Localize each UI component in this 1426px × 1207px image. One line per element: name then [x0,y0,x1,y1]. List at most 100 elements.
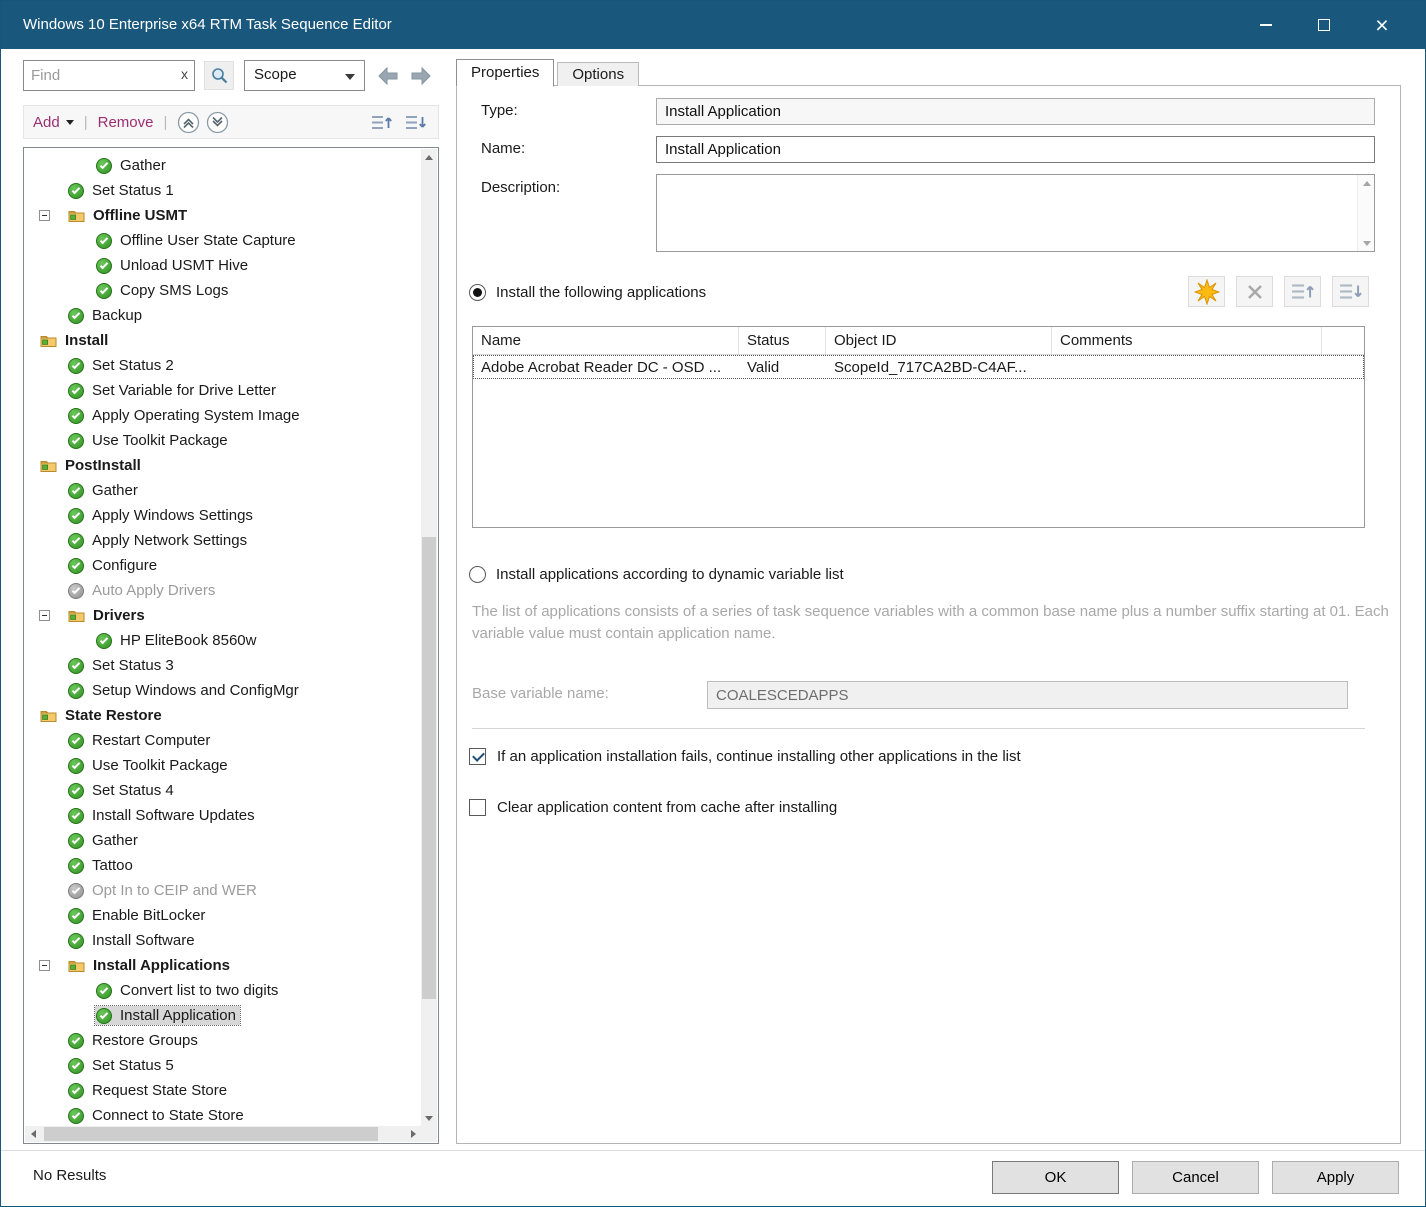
tree-item[interactable]: Restart Computer [25,728,421,753]
tree-item[interactable]: Set Status 3 [25,653,421,678]
cancel-button[interactable]: Cancel [1132,1161,1259,1194]
collapse-all-button[interactable] [177,111,200,134]
tree-item[interactable]: Offline USMT [25,203,421,228]
new-application-button[interactable] [1188,276,1225,307]
tree-item[interactable]: Connect to State Store [25,1103,421,1126]
tree-item-label: Offline User State Capture [120,232,296,249]
scroll-up-button[interactable] [421,149,437,165]
add-button[interactable]: Add [33,114,74,131]
tree-item[interactable]: Enable BitLocker [25,903,421,928]
tree-item-label: Gather [92,482,138,499]
tree-vertical-scrollbar[interactable] [421,149,437,1126]
remove-button[interactable]: Remove [98,114,154,131]
type-field[interactable] [656,98,1375,125]
tree-item[interactable]: Use Toolkit Package [25,753,421,778]
tree-item[interactable]: Tattoo [25,853,421,878]
tree-item[interactable]: Gather [25,153,421,178]
tree-item[interactable]: Offline User State Capture [25,228,421,253]
move-up-icon [1291,282,1315,301]
horizontal-scroll-thumb[interactable] [44,1127,378,1141]
tree-item[interactable]: Backup [25,303,421,328]
scroll-down-button[interactable] [1358,235,1375,251]
tree-item[interactable]: Gather [25,828,421,853]
scroll-left-button[interactable] [25,1126,41,1142]
move-up-button[interactable] [369,111,395,133]
tree-item[interactable]: Install Software [25,928,421,953]
column-header-object-id[interactable]: Object ID [826,327,1052,354]
tree-item[interactable]: Opt In to CEIP and WER [25,878,421,903]
delete-application-button[interactable] [1236,276,1273,307]
continue-on-fail-checkbox[interactable]: If an application installation fails, co… [469,748,1021,765]
move-item-up-button[interactable] [1284,276,1321,307]
find-clear-icon[interactable]: x [181,66,188,82]
scroll-up-button[interactable] [1358,175,1375,191]
column-header-status[interactable]: Status [739,327,826,354]
tree-item[interactable]: Configure [25,553,421,578]
collapse-expander-icon[interactable] [39,960,67,971]
tree-item[interactable]: Set Status 2 [25,353,421,378]
find-previous-button[interactable] [374,62,402,89]
tree-item[interactable]: Install Applications [25,953,421,978]
application-row[interactable]: Adobe Acrobat Reader DC - OSD ...ValidSc… [473,355,1364,379]
tree-item-label: Unload USMT Hive [120,257,248,274]
tree-item[interactable]: Unload USMT Hive [25,253,421,278]
find-input[interactable] [31,62,169,89]
tree-item[interactable]: Install Software Updates [25,803,421,828]
column-header-name[interactable]: Name [473,327,739,354]
tree-item[interactable]: Apply Operating System Image [25,403,421,428]
collapse-expander-icon[interactable] [39,210,67,221]
dynamic-variable-radio[interactable]: Install applications according to dynami… [469,566,844,583]
tree-item[interactable]: Apply Network Settings [25,528,421,553]
install-following-radio[interactable]: Install the following applications [469,284,706,301]
tree-item[interactable]: Apply Windows Settings [25,503,421,528]
tree-item[interactable]: Copy SMS Logs [25,278,421,303]
find-next-button[interactable] [407,62,435,89]
tab-options[interactable]: Options [557,62,639,86]
name-field[interactable] [656,136,1375,163]
step-success-icon [96,258,112,274]
description-field[interactable] [656,174,1375,252]
close-button[interactable]: × [1353,1,1411,49]
scroll-down-button[interactable] [421,1110,437,1126]
tree-item[interactable]: Use Toolkit Package [25,428,421,453]
description-scrollbar[interactable] [1357,175,1374,251]
tree-item[interactable]: Request State Store [25,1078,421,1103]
tree-item[interactable]: PostInstall [25,453,421,478]
tree-item[interactable]: Convert list to two digits [25,978,421,1003]
tree-item-label: Gather [120,157,166,174]
tree-item[interactable]: Set Status 4 [25,778,421,803]
scope-dropdown[interactable]: Scope [244,60,365,91]
app-table-body: Adobe Acrobat Reader DC - OSD ...ValidSc… [473,355,1364,379]
tab-properties[interactable]: Properties [456,59,554,87]
collapse-expander-icon[interactable] [39,610,67,621]
tree-item[interactable]: State Restore [25,703,421,728]
apply-button[interactable]: Apply [1272,1161,1399,1194]
tree-item[interactable]: Set Status 5 [25,1053,421,1078]
move-down-button[interactable] [403,111,429,133]
maximize-icon [1318,19,1330,31]
tree-item[interactable]: Set Variable for Drive Letter [25,378,421,403]
tree-item[interactable]: HP EliteBook 8560w [25,628,421,653]
tree-item[interactable]: Gather [25,478,421,503]
scroll-right-button[interactable] [405,1126,421,1142]
move-item-down-button[interactable] [1332,276,1369,307]
maximize-button[interactable] [1295,1,1353,49]
vertical-scroll-thumb[interactable] [422,537,436,999]
ok-button[interactable]: OK [992,1161,1119,1194]
column-header-comments[interactable]: Comments [1052,327,1322,354]
step-success-icon [96,283,112,299]
tree-item[interactable]: Setup Windows and ConfigMgr [25,678,421,703]
tree-item[interactable]: Restore Groups [25,1028,421,1053]
type-label: Type: [481,102,518,119]
tree-horizontal-scrollbar[interactable] [25,1126,421,1142]
search-button[interactable] [204,61,234,90]
expand-all-button[interactable] [206,111,229,134]
arrow-right-icon [408,64,434,88]
tree-item[interactable]: Install Application [25,1003,421,1028]
minimize-button[interactable] [1237,1,1295,49]
tree-item[interactable]: Drivers [25,603,421,628]
tree-item[interactable]: Auto Apply Drivers [25,578,421,603]
tree-item[interactable]: Install [25,328,421,353]
clear-cache-checkbox[interactable]: Clear application content from cache aft… [469,799,837,816]
tree-item[interactable]: Set Status 1 [25,178,421,203]
